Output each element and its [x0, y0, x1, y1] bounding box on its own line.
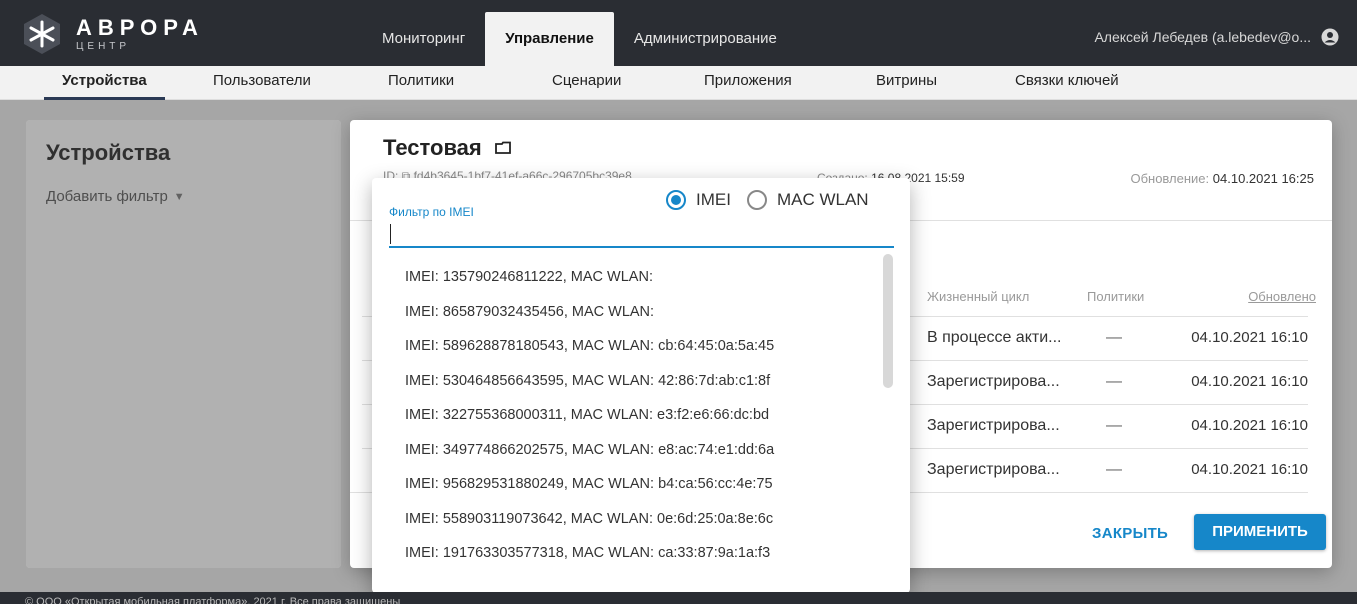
main-nav: Мониторинг Управление Администрирование [362, 12, 797, 66]
sub-nav: Устройства Пользователи Политики Сценари… [0, 66, 1357, 100]
subnav-item-devices[interactable]: Устройства [44, 66, 165, 100]
list-item[interactable]: IMEI: 135790246811222, MAC WLAN: [372, 260, 894, 295]
footer: © ООО «Открытая мобильная платформа», 20… [0, 592, 1357, 604]
aurora-logo-icon [24, 14, 60, 54]
cell-lifecycle: Зарегистрирова... [927, 461, 1060, 478]
subnav-item-applications[interactable]: Приложения [704, 66, 792, 100]
cell-updated: 04.10.2021 16:10 [1191, 329, 1308, 346]
user-menu[interactable]: Алексей Лебедев (a.lebedev@o... [1094, 28, 1339, 46]
subnav-item-keychains[interactable]: Связки ключей [1015, 66, 1119, 100]
modal-title: Тестовая [383, 135, 512, 161]
logo-sub: ЦЕНТР [76, 40, 131, 52]
cell-lifecycle: Зарегистрирова... [927, 417, 1060, 434]
cell-policies: — [1106, 329, 1122, 346]
filter-label: Фильтр по IMEI [389, 205, 474, 219]
cell-policies: — [1106, 373, 1122, 390]
modal-title-text: Тестовая [383, 135, 482, 160]
radio-imei[interactable]: IMEI [666, 190, 731, 210]
list-item[interactable]: IMEI: 322755368000311, MAC WLAN: e3:f2:e… [372, 398, 894, 433]
list-item[interactable]: IMEI: 530464856643595, MAC WLAN: 42:86:7… [372, 364, 894, 399]
list-item[interactable]: IMEI: 191763303577318, MAC WLAN: ca:33:8… [372, 536, 894, 571]
cell-lifecycle: В процессе акти... [927, 329, 1062, 346]
radio-mac-wlan-label: MAC WLAN [776, 190, 869, 209]
cell-policies: — [1106, 461, 1122, 478]
subnav-item-scenarios[interactable]: Сценарии [552, 66, 621, 100]
subnav-item-policies[interactable]: Политики [388, 66, 454, 100]
scrollbar-thumb[interactable] [883, 254, 893, 388]
list-item[interactable]: IMEI: 349774866202575, MAC WLAN: e8:ac:7… [372, 433, 894, 468]
cell-updated: 04.10.2021 16:10 [1191, 461, 1308, 478]
panel-dim [26, 120, 341, 568]
subnav-item-users[interactable]: Пользователи [213, 66, 311, 100]
top-header: АВРОРА ЦЕНТР Мониторинг Управление Админ… [0, 0, 1357, 66]
list-item[interactable]: IMEI: 558903119073642, MAC WLAN: 0e:6d:2… [372, 502, 894, 537]
radio-mac-wlan[interactable]: MAC WLAN [746, 190, 869, 210]
column-updated[interactable]: Обновлено [1248, 289, 1316, 304]
apply-button[interactable]: ПРИМЕНИТЬ [1194, 514, 1326, 550]
logo[interactable]: АВРОРА ЦЕНТР [20, 12, 204, 56]
filter-type-radio-group: IMEI MAC WLAN [666, 190, 885, 210]
tab-monitoring[interactable]: Мониторинг [362, 12, 485, 66]
updated-value: 04.10.2021 16:25 [1212, 171, 1314, 186]
column-policies[interactable]: Политики [1087, 289, 1144, 304]
cell-lifecycle: Зарегистрирова... [927, 373, 1060, 390]
user-name: Алексей Лебедев (a.lebedev@o... [1094, 29, 1311, 45]
radio-imei-label: IMEI [696, 190, 731, 209]
cell-policies: — [1106, 417, 1122, 434]
close-button[interactable]: ЗАКРЫТЬ [1092, 525, 1168, 542]
column-lifecycle[interactable]: Жизненный цикл [927, 289, 1029, 304]
logo-text: АВРОРА ЦЕНТР [76, 14, 204, 52]
subnav-item-showcases[interactable]: Витрины [876, 66, 937, 100]
device-options-list: IMEI: 135790246811222, MAC WLAN: IMEI: 8… [372, 260, 894, 571]
tab-administration[interactable]: Администрирование [614, 12, 797, 66]
list-item[interactable]: IMEI: 956829531880249, MAC WLAN: b4:ca:5… [372, 467, 894, 502]
logo-name: АВРОРА [76, 14, 204, 40]
text-cursor [390, 224, 391, 244]
list-item[interactable]: IMEI: 589628878180543, MAC WLAN: cb:64:4… [372, 329, 894, 364]
cell-updated: 04.10.2021 16:10 [1191, 417, 1308, 434]
modal-updated: Обновление: 04.10.2021 16:25 [1130, 171, 1314, 186]
user-avatar-icon [1321, 28, 1339, 46]
updated-label: Обновление: [1130, 171, 1210, 186]
cell-updated: 04.10.2021 16:10 [1191, 373, 1308, 390]
radio-checked-icon [666, 190, 686, 210]
radio-unchecked-icon [746, 190, 767, 210]
list-item[interactable]: IMEI: 865879032435456, MAC WLAN: [372, 295, 894, 330]
imei-filter-input[interactable] [389, 222, 894, 248]
edit-icon[interactable] [494, 141, 512, 155]
imei-filter-popover: Фильтр по IMEI IMEI MAC WLAN IMEI: 13579… [372, 178, 910, 593]
tab-management[interactable]: Управление [485, 12, 614, 66]
